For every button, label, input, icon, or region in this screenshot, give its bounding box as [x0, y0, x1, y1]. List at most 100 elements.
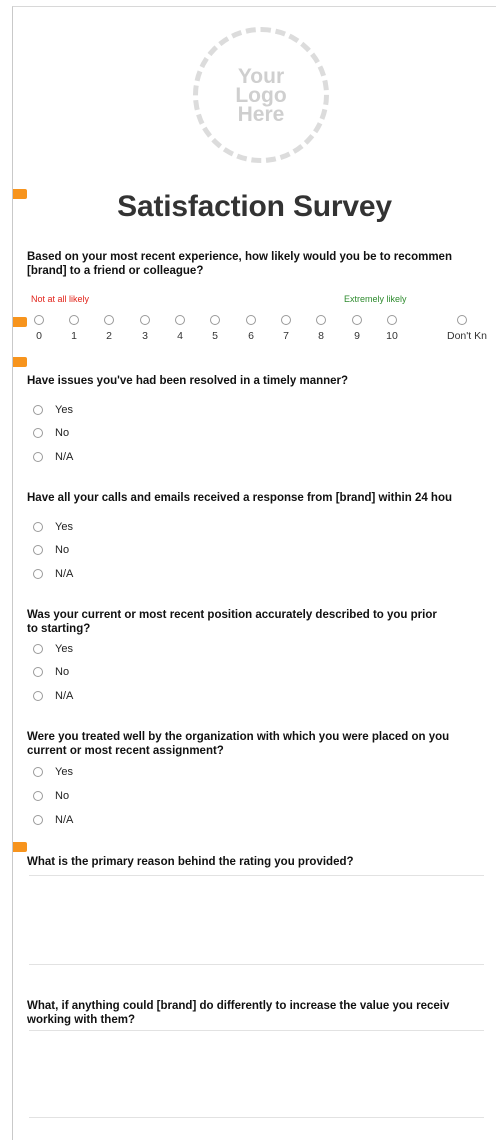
answer-textarea[interactable] [29, 875, 484, 965]
radio-button[interactable] [33, 522, 43, 532]
logo-text-line: Logo [235, 83, 287, 107]
option-label: No [55, 790, 70, 802]
section-marker [13, 842, 27, 852]
option-label: No [55, 427, 70, 439]
radio-button[interactable] [34, 315, 44, 325]
radio-button[interactable] [33, 452, 43, 462]
radio-button[interactable] [175, 315, 185, 325]
option-na[interactable]: N/A [33, 813, 73, 827]
option-label: N/A [55, 451, 74, 463]
scale-option-9[interactable]: 9 [345, 312, 369, 342]
scale-option-1[interactable]: 1 [62, 312, 86, 342]
scale-value: 2 [106, 330, 112, 342]
scale-option-4[interactable]: 4 [168, 312, 192, 342]
radio-button[interactable] [33, 691, 43, 701]
radio-button[interactable] [457, 315, 467, 325]
question-text: Based on your most recent experience, ho… [27, 251, 452, 263]
scale-value: 10 [386, 330, 398, 342]
option-label: Yes [55, 521, 73, 533]
option-na[interactable]: N/A [33, 450, 73, 464]
question-7: What, if anything could [brand] do diffe… [27, 999, 496, 1027]
radio-button[interactable] [33, 569, 43, 579]
option-na[interactable]: N/A [33, 567, 73, 581]
scale-value: 6 [248, 330, 254, 342]
option-na[interactable]: N/A [33, 689, 73, 703]
scale-low-label: Not at all likely [31, 294, 90, 304]
question-3: Have all your calls and emails received … [27, 492, 453, 504]
question-6: What is the primary reason behind the ra… [27, 856, 354, 868]
option-label: N/A [55, 568, 74, 580]
option-yes[interactable]: Yes [33, 765, 73, 779]
question-5: Were you treated well by the organizatio… [27, 730, 496, 758]
scale-value: 3 [142, 330, 148, 342]
radio-button[interactable] [33, 767, 43, 777]
question-text: Were you treated well by the organizatio… [27, 731, 450, 743]
radio-button[interactable] [33, 815, 43, 825]
scale-option-10[interactable]: 10 [380, 312, 404, 342]
radio-button[interactable] [140, 315, 150, 325]
radio-button[interactable] [210, 315, 220, 325]
question-text: Was your current or most recent position… [27, 609, 437, 621]
option-label: N/A [55, 814, 74, 826]
scale-option-5[interactable]: 5 [203, 312, 227, 342]
option-label: No [55, 666, 70, 678]
radio-button[interactable] [33, 791, 43, 801]
radio-button[interactable] [387, 315, 397, 325]
option-no[interactable]: No [33, 543, 69, 557]
logo-placeholder: Your Logo Here [193, 27, 329, 163]
option-label: Yes [55, 643, 73, 655]
option-no[interactable]: No [33, 665, 69, 679]
scale-value: 1 [71, 330, 77, 342]
option-yes[interactable]: Yes [33, 520, 73, 534]
scale-option-6[interactable]: 6 [239, 312, 263, 342]
radio-button[interactable] [33, 405, 43, 415]
scale-option-7[interactable]: 7 [274, 312, 298, 342]
question-text: [brand] to a friend or colleague? [27, 265, 204, 277]
radio-button[interactable] [33, 545, 43, 555]
radio-button[interactable] [246, 315, 256, 325]
question-text: working with them? [27, 1014, 135, 1026]
option-no[interactable]: No [33, 426, 69, 440]
radio-button[interactable] [104, 315, 114, 325]
scale-value: Don't Kn [447, 330, 487, 342]
logo-text-line: Your [237, 64, 285, 88]
page-title: Satisfaction Survey [117, 190, 392, 223]
question-1: Based on your most recent experience, ho… [27, 250, 496, 278]
scale-option-dont-know[interactable]: Don't Kn [447, 312, 496, 342]
scale-option-8[interactable]: 8 [309, 312, 333, 342]
radio-button[interactable] [33, 667, 43, 677]
option-label: Yes [55, 404, 73, 416]
radio-button[interactable] [281, 315, 291, 325]
question-4: Was your current or most recent position… [27, 608, 496, 636]
answer-textarea[interactable] [29, 1030, 484, 1118]
radio-button[interactable] [352, 315, 362, 325]
question-text: What, if anything could [brand] do diffe… [27, 1000, 450, 1012]
option-label: No [55, 544, 70, 556]
logo-text-line: Here [237, 102, 285, 126]
question-text: current or most recent assignment? [27, 745, 224, 757]
scale-option-0[interactable]: 0 [27, 312, 51, 342]
radio-button[interactable] [33, 428, 43, 438]
scale-value: 5 [212, 330, 218, 342]
scale-value: 0 [36, 330, 42, 342]
scale-value: 8 [318, 330, 324, 342]
question-text: to starting? [27, 623, 91, 635]
scale-value: 4 [177, 330, 183, 342]
rating-scale: 0 1 2 3 4 5 6 7 8 9 10 Don't Kn [27, 312, 496, 352]
scale-option-3[interactable]: 3 [133, 312, 157, 342]
option-label: N/A [55, 690, 74, 702]
section-marker [13, 317, 27, 327]
option-yes[interactable]: Yes [33, 642, 73, 656]
radio-button[interactable] [316, 315, 326, 325]
scale-option-2[interactable]: 2 [97, 312, 121, 342]
scale-value: 7 [283, 330, 289, 342]
survey-page: Your Logo Here Satisfaction Survey Based… [12, 6, 496, 1140]
option-yes[interactable]: Yes [33, 403, 73, 417]
scale-value: 9 [354, 330, 360, 342]
option-no[interactable]: No [33, 789, 69, 803]
question-2: Have issues you've had been resolved in … [27, 375, 349, 387]
scale-high-label: Extremely likely [344, 294, 407, 304]
radio-button[interactable] [33, 644, 43, 654]
radio-button[interactable] [69, 315, 79, 325]
option-label: Yes [55, 766, 73, 778]
